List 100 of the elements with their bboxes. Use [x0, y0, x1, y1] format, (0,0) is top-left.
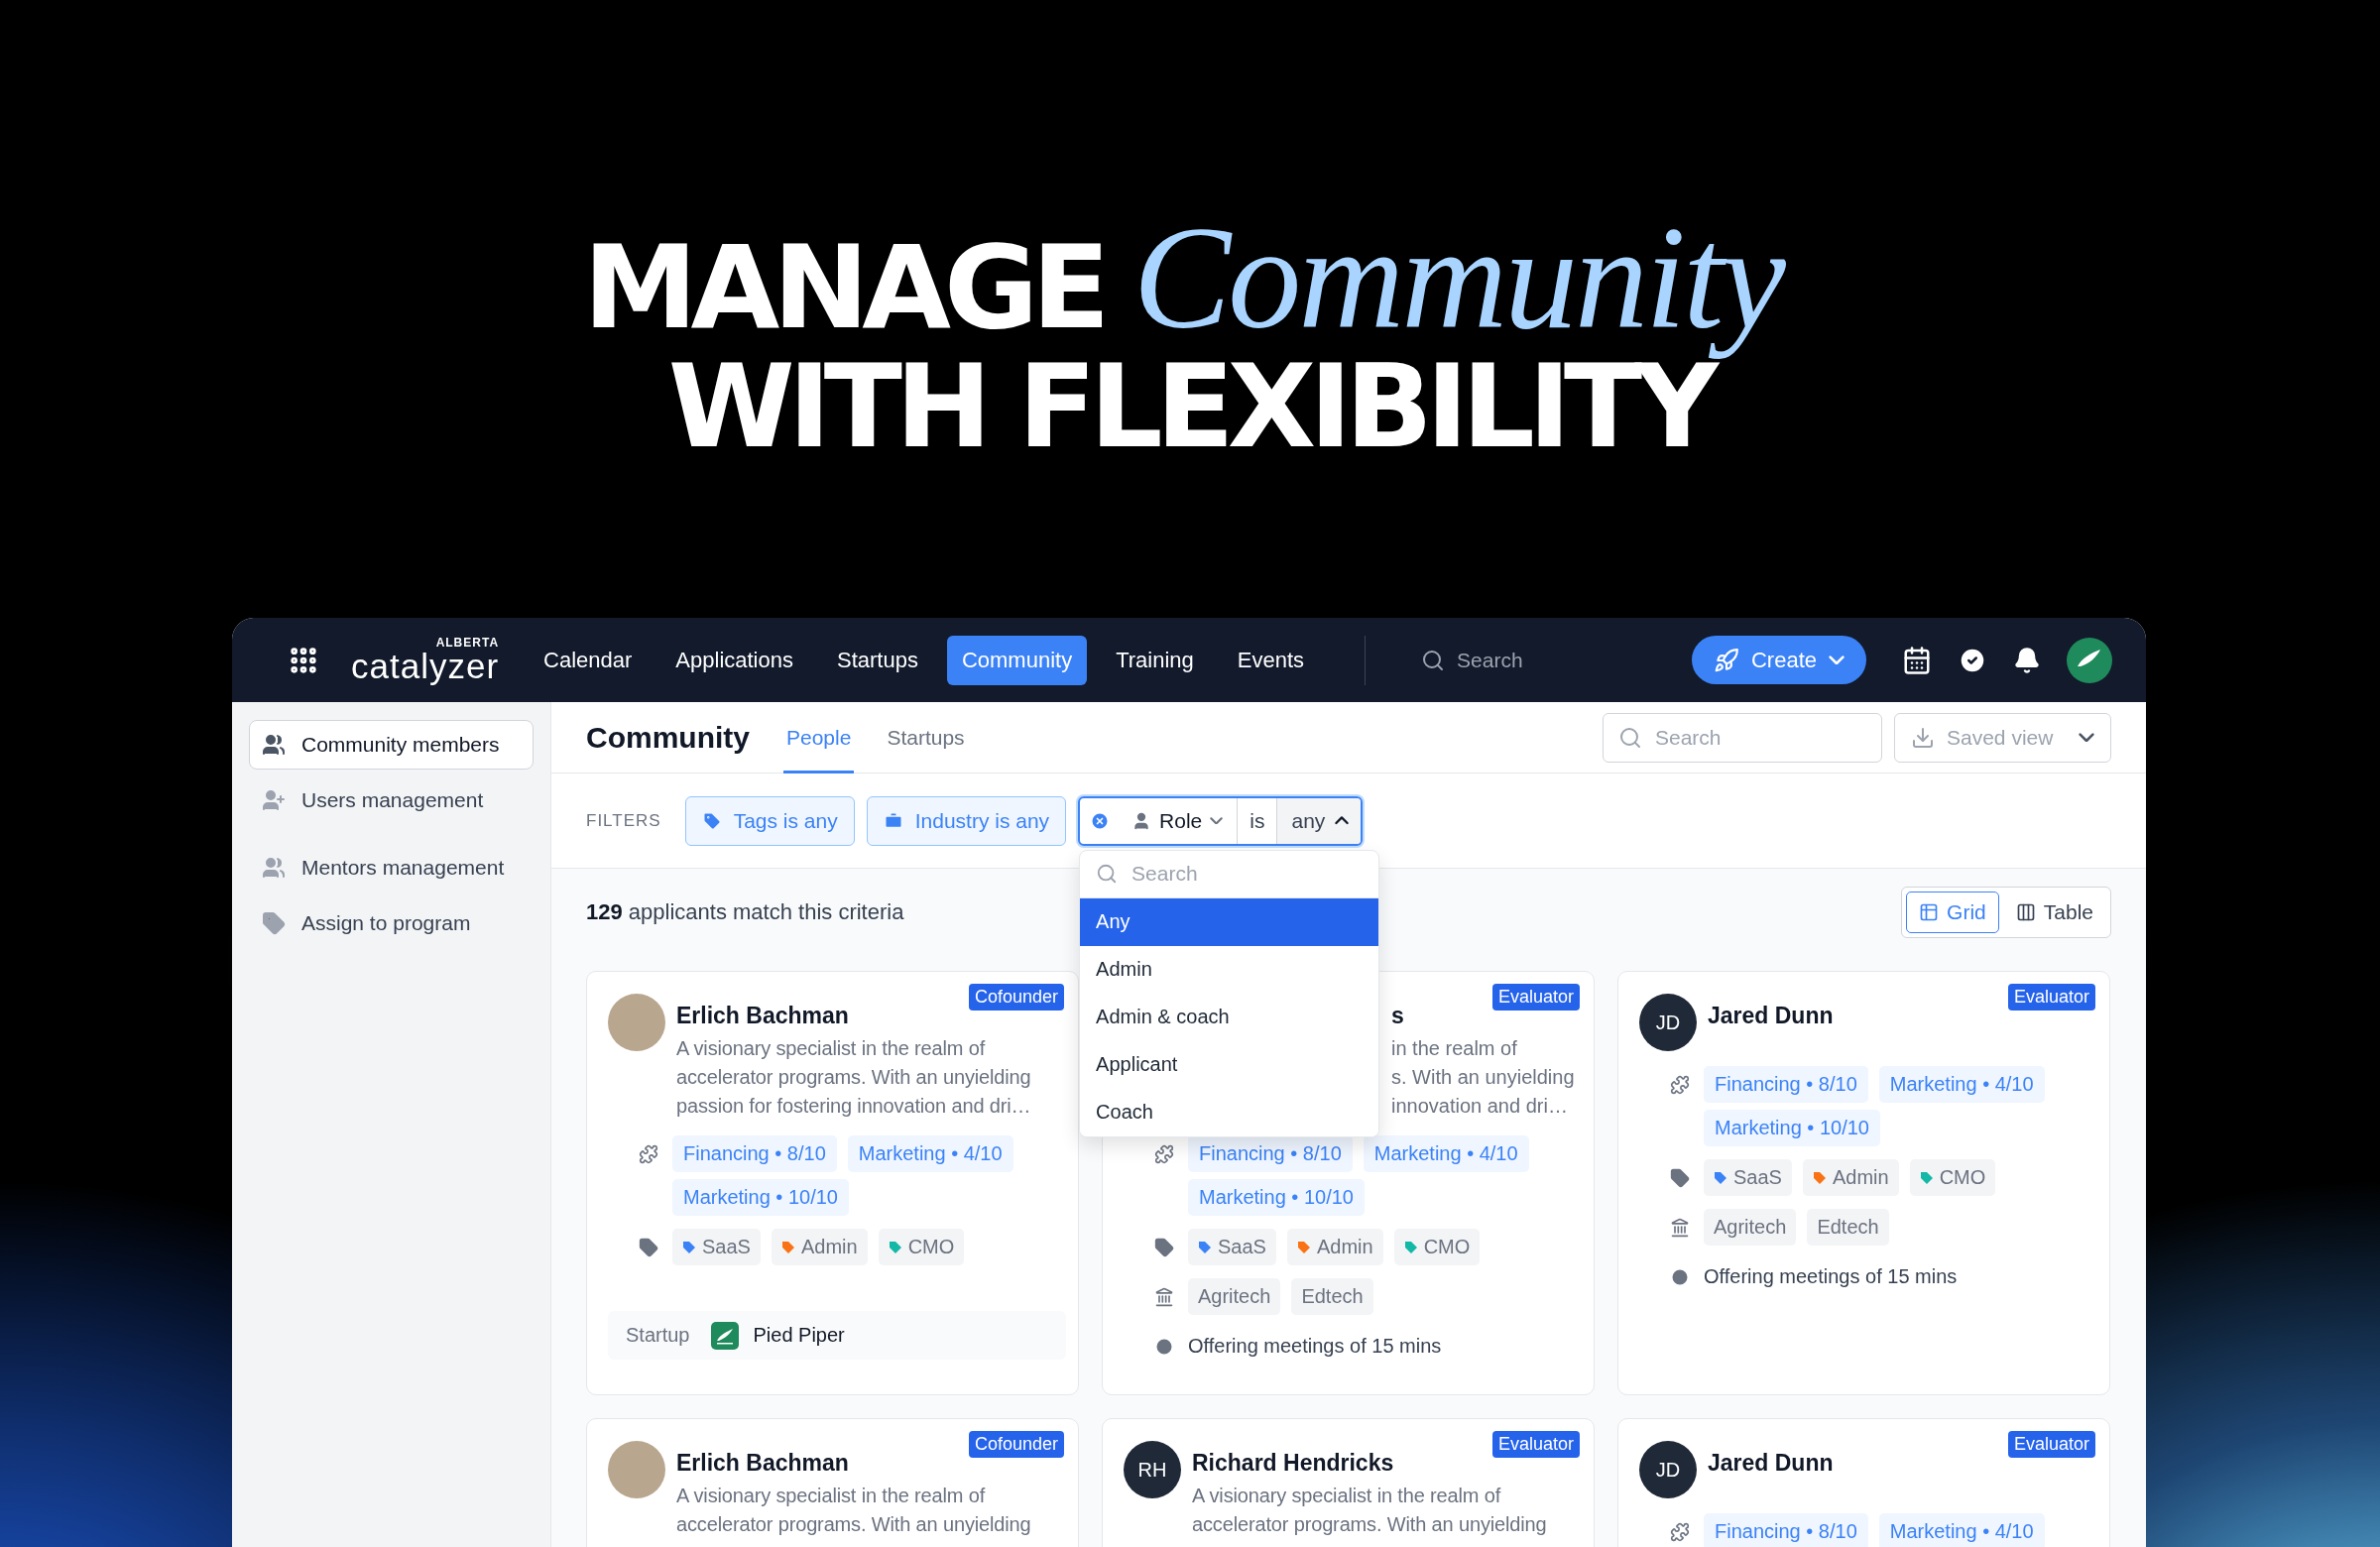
building-icon [1670, 1217, 1690, 1238]
role-badge: Cofounder [968, 1431, 1064, 1458]
headline-text: MANAGE [583, 223, 1104, 352]
briefcase-icon [883, 810, 903, 831]
tag-label: SaaS [702, 1236, 751, 1258]
nav-item[interactable]: Calendar [529, 635, 648, 685]
puzzle-icon [1670, 1074, 1690, 1095]
description-fragment: in the realm of [1391, 1036, 1518, 1061]
member-name: Erlich Bachman [676, 1450, 849, 1477]
avatar-initials: RH [1124, 1441, 1181, 1498]
role-badge: Cofounder [968, 984, 1064, 1011]
field-select[interactable]: Role [1080, 797, 1238, 844]
skill-chip: Marketing • 4/10 [1363, 1135, 1529, 1172]
tab[interactable]: Startups [884, 702, 968, 774]
chevron-icon [1829, 654, 1844, 665]
industry-chip: Edtech [1291, 1278, 1373, 1315]
nav-item[interactable]: Startups [822, 635, 933, 685]
tag-icon [1670, 1167, 1690, 1188]
industry-chip: Agritech [1188, 1278, 1281, 1315]
dropdown-option[interactable]: Applicant [1080, 1040, 1379, 1089]
member-name: Erlich Bachman [676, 1003, 849, 1029]
role-badge: Evaluator [2007, 984, 2095, 1011]
startup-label: Startup [626, 1324, 690, 1347]
avatar-initials: JD [1639, 1441, 1697, 1498]
view-toggle-option[interactable]: Grid [1906, 892, 1999, 933]
member-name: Jared Dunn [1708, 1003, 1834, 1029]
skill-chip: Financing • 8/10 [1188, 1135, 1353, 1172]
nav-item[interactable]: Community [946, 635, 1088, 685]
tag-icon [639, 1237, 658, 1257]
avatar-initials: JD [1639, 994, 1697, 1051]
photo-placeholder [608, 1441, 665, 1498]
nav-item[interactable]: Training [1101, 635, 1209, 685]
columns-icon [2015, 902, 2036, 922]
skill-chip: Marketing • 4/10 [1878, 1513, 2045, 1547]
building-icon [1154, 1286, 1174, 1307]
member-name: s [1391, 1003, 1404, 1029]
search-input[interactable]: Search [1080, 850, 1379, 897]
chevron-icon [1210, 816, 1224, 825]
sidebar-item[interactable]: Community members [249, 720, 534, 770]
dropdown-option[interactable]: Admin & coach [1080, 993, 1379, 1041]
skill-chip: Marketing • 4/10 [847, 1135, 1013, 1172]
tag-icon [701, 810, 722, 831]
skill-chip: Financing • 8/10 [1704, 1513, 1868, 1547]
avatar-logo[interactable] [2067, 637, 2112, 683]
search-icon [1421, 648, 1446, 672]
headline-script: Community [1131, 195, 1786, 361]
tag-label: Admin [1832, 1166, 1889, 1189]
startup-name: Pied Piper [753, 1324, 845, 1347]
results-summary: 129 applicants match this criteria [586, 899, 904, 925]
search-input[interactable]: Search [1603, 712, 1882, 763]
meeting-text: Offering meetings of 15 mins [1704, 1264, 1958, 1289]
skill-chip: Financing • 8/10 [672, 1135, 837, 1172]
tag-label: Admin [1316, 1236, 1373, 1258]
tag-icon [1154, 1237, 1174, 1257]
dropdown-option[interactable]: Any [1080, 897, 1379, 946]
logo[interactable]: ALBERTA catalyzer [351, 636, 500, 684]
chevron-icon [1335, 816, 1350, 825]
sidebar-item[interactable]: Assign to program [249, 898, 534, 948]
industry-chip: Edtech [1807, 1209, 1889, 1246]
industry-chip: Agritech [1704, 1209, 1797, 1246]
member-description: A visionary specialist in the realm of accelerator programs. With an unyielding [676, 1484, 1032, 1537]
tag-label: SaaS [1733, 1166, 1782, 1189]
sidebar-item[interactable]: Mentors management [249, 843, 534, 892]
tag-label: CMO [1939, 1166, 1986, 1189]
member-name: Richard Hendricks [1192, 1450, 1394, 1477]
filters-label: FILTERS [586, 810, 661, 831]
photo-placeholder [608, 994, 665, 1051]
member-description: A visionary specialist in the realm of accelerator programs. With an unyielding passion for fostering innovation and dri… [676, 1036, 1032, 1119]
sidebar-item[interactable]: Users management [249, 775, 534, 825]
tag-label: Admin [800, 1236, 858, 1258]
people-icon [262, 733, 286, 757]
tag-label: CMO [1423, 1236, 1471, 1258]
startup-logo [711, 1321, 740, 1350]
create-button[interactable]: Create [1691, 636, 1866, 684]
dropdown-option[interactable]: Admin [1080, 945, 1379, 994]
grid-icon [1919, 902, 1940, 922]
tag-icon [262, 911, 286, 935]
role-badge: Evaluator [1491, 1431, 1580, 1458]
tag-label: SaaS [1218, 1236, 1266, 1258]
value-select[interactable]: any [1277, 797, 1362, 844]
skill-chip: Marketing • 10/10 [672, 1179, 849, 1216]
chevron-icon [2079, 732, 2094, 743]
tag-label: CMO [907, 1236, 955, 1258]
puzzle-icon [1154, 1143, 1174, 1164]
dropdown-option[interactable]: Coach [1080, 1088, 1379, 1136]
skill-chip: Financing • 8/10 [1704, 1066, 1868, 1103]
member-description: A visionary specialist in the realm of accelerator programs. With an unyielding [1192, 1484, 1548, 1537]
meeting-text: Offering meetings of 15 mins [1188, 1334, 1442, 1359]
bell-icon[interactable] [2013, 646, 2041, 674]
calendar-icon[interactable] [1902, 645, 1932, 675]
clear-icon [1090, 810, 1111, 831]
description-fragment: innovation and dri… [1391, 1094, 1569, 1119]
search-icon [1618, 725, 1642, 750]
search-icon [1096, 863, 1119, 885]
skill-chip: Marketing • 10/10 [1188, 1179, 1365, 1216]
nav-item[interactable]: Events [1222, 635, 1320, 685]
rocket-icon [1713, 647, 1739, 673]
search-input[interactable]: Search [1405, 635, 1664, 685]
page-title: Community [586, 720, 750, 755]
nav-item[interactable]: Applications [660, 635, 808, 685]
